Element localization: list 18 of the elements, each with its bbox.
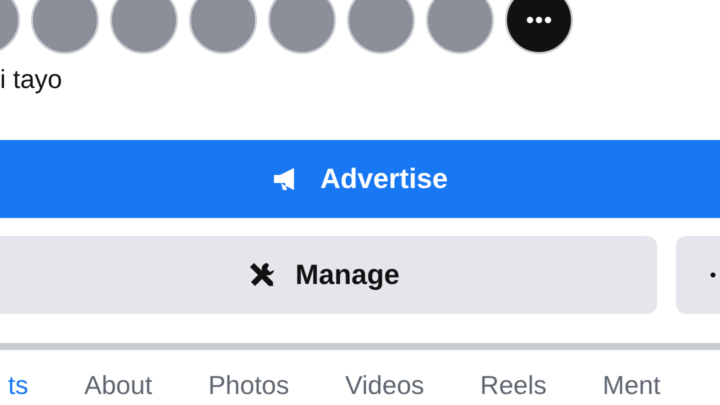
avatar-photo-placeholder[interactable]: [347, 0, 415, 54]
profile-tab[interactable]: Ment: [594, 368, 668, 403]
avatar-photo-placeholder[interactable]: [426, 0, 494, 54]
avatar-photo-placeholder[interactable]: [31, 0, 99, 54]
profile-tab[interactable]: Videos: [337, 368, 432, 403]
more-icon: [710, 272, 716, 278]
profile-tab[interactable]: Reels: [472, 368, 555, 403]
more-icon: [526, 16, 552, 24]
advertise-button[interactable]: Advertise: [0, 140, 720, 218]
manage-button[interactable]: Manage: [0, 236, 657, 314]
more-avatar-button[interactable]: [505, 0, 573, 54]
avatar-photo-placeholder[interactable]: [189, 0, 257, 54]
avatar-photo-placeholder[interactable]: [268, 0, 336, 54]
caption-text: i tayo: [0, 64, 64, 96]
profile-tab[interactable]: ts: [0, 368, 36, 403]
avatar-photo-placeholder[interactable]: [110, 0, 178, 54]
profile-tab[interactable]: About: [76, 368, 160, 403]
profile-tab[interactable]: Photos: [200, 368, 298, 403]
